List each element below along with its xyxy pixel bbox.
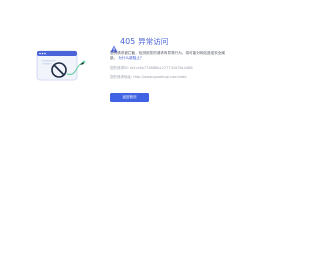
error-code: 405	[120, 37, 136, 46]
request-url-row: 您的请求地址: http://www.gaodingt.com/note	[110, 75, 250, 80]
blocked-browser-icon	[36, 50, 86, 81]
back-home-button[interactable]: 返回首页	[110, 93, 149, 102]
request-id-value: fa2cc6a774886b1277732d78c4488	[130, 66, 193, 70]
request-id-label: 您的请求ID:	[110, 66, 129, 70]
error-title-row: 405 异常访问	[110, 37, 250, 53]
request-id-row: 您的请求ID: fa2cc6a774886b1277732d78c4488	[110, 66, 250, 71]
why-blocked-link[interactable]: 为什么被阻止？	[118, 56, 143, 60]
warning-icon	[110, 38, 118, 53]
blocked-browser-illustration	[36, 50, 88, 88]
error-title: 异常访问	[138, 37, 169, 46]
error-content: 405 异常访问 您的请求被拦截，检测到您的请求有异常行为，将可能对网站造成安全…	[110, 37, 250, 80]
error-description: 您的请求被拦截，检测到您的请求有异常行为，将可能对网站造成安全威胁。 为什么被阻…	[110, 51, 232, 61]
request-url-label: 您的请求地址:	[110, 75, 133, 79]
request-url-value: http://www.gaodingt.com/note	[133, 75, 187, 79]
